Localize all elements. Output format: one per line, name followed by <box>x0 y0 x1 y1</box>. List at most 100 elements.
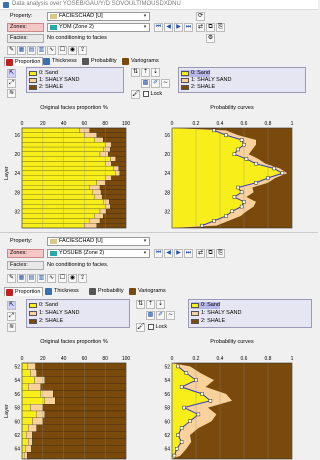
arrows-icon[interactable]: ⇅ <box>131 68 140 77</box>
tab-variograms[interactable]: Variograms <box>121 57 161 66</box>
refresh-icon[interactable]: ⟳ <box>196 12 205 21</box>
facies-list-left[interactable]: 0: Sand 1: SHALY SAND 2: SHALE <box>26 67 124 93</box>
copy-zone-icon[interactable]: ⧉ <box>206 249 215 258</box>
tab-proportion[interactable]: Proportion <box>4 57 44 66</box>
first-zone-icon[interactable]: ⏮ <box>154 249 163 258</box>
zones-value: YOM (Zone 2) <box>59 24 94 30</box>
apply-zone-icon[interactable]: ⇄ <box>196 23 205 32</box>
tab-proportion[interactable]: Proportion <box>4 287 44 296</box>
zones-button[interactable]: Zones: <box>7 249 44 258</box>
axis-icon[interactable]: ≋ <box>7 323 16 332</box>
x-tick-label: 0.2 <box>193 356 200 362</box>
list-item[interactable]: 1: SHALY SAND <box>29 310 79 317</box>
first-zone-icon[interactable]: ⏮ <box>154 23 163 32</box>
wave-icon[interactable]: ∼ <box>166 311 175 320</box>
list-item[interactable]: 0: Sand <box>191 302 220 309</box>
settings-icon[interactable]: ⚙ <box>206 34 215 43</box>
zones-select[interactable]: YOM (Zone 2) ▾ <box>47 23 150 32</box>
facies-list-right[interactable]: 0: Sand 1: SHALY SAND 2: SHALE <box>178 67 306 93</box>
paste-zone-icon[interactable]: ⎘ <box>216 23 225 32</box>
select-mode-icon[interactable]: ⇱ <box>7 69 16 78</box>
tab-thickness[interactable]: Thickness <box>42 57 79 66</box>
zoom-icon[interactable]: ⤢ <box>7 79 16 88</box>
lock-checkbox-box[interactable] <box>143 90 149 97</box>
lock-checkbox[interactable]: Lock <box>143 90 162 99</box>
lock-checkbox-box[interactable] <box>148 323 154 330</box>
edit-curve-icon[interactable]: ✐ <box>156 311 165 320</box>
list-item[interactable]: 0: Sand <box>29 302 58 309</box>
list-item[interactable]: 2: SHALE <box>181 84 215 91</box>
y-tick-label: 62 <box>164 433 170 439</box>
table-icon[interactable]: ▤ <box>27 46 36 55</box>
zones-select[interactable]: YOSUEB (Zone 2) ▾ <box>47 249 150 258</box>
chevron-down-icon: ▾ <box>143 238 147 244</box>
property-select[interactable]: FACIESCHAD [U] ▾ <box>47 237 150 246</box>
apply-zone-icon[interactable]: ⇄ <box>196 249 205 258</box>
x-tick-label: 20 <box>40 356 46 362</box>
grid-icon[interactable]: ▩ <box>141 79 150 88</box>
bar-segment <box>21 417 33 425</box>
list-item[interactable]: 2: SHALE <box>191 318 225 325</box>
curve-icon[interactable]: ∿ <box>47 274 56 283</box>
arrow-down-icon[interactable]: ⇣ <box>151 68 160 77</box>
y-tick-label: 28 <box>14 190 20 196</box>
y-axis-label: Layer <box>4 404 10 418</box>
list-item[interactable]: 1: SHALY SAND <box>29 77 79 84</box>
list-item[interactable]: 2: SHALE <box>29 84 63 91</box>
tab-thickness[interactable]: Thickness <box>44 287 81 296</box>
table-icon[interactable]: ▤ <box>27 274 36 283</box>
zones-button[interactable]: Zones: <box>7 23 44 32</box>
eye-icon[interactable]: ◉ <box>68 274 77 283</box>
chart-icon[interactable]: ▦ <box>17 274 26 283</box>
last-zone-icon[interactable]: ⏭ <box>184 249 193 258</box>
list-item[interactable]: 2: SHALE <box>29 318 63 325</box>
last-zone-icon[interactable]: ⏭ <box>184 23 193 32</box>
facies-button[interactable]: Facies: <box>7 34 44 43</box>
facies-button[interactable]: Facies: <box>7 261 44 270</box>
list-item[interactable]: 1: SHALY SAND <box>181 77 231 84</box>
edit-curve-icon[interactable]: ✐ <box>151 79 160 88</box>
property-select[interactable]: FACIESCHAD [U] ▾ <box>47 12 150 21</box>
histogram-icon[interactable]: ▥ <box>37 46 46 55</box>
tab-probability[interactable]: Probability <box>81 57 119 66</box>
arrow-up-icon[interactable]: ⇡ <box>146 300 155 309</box>
copy-zone-icon[interactable]: ⧉ <box>206 23 215 32</box>
arrow-down-icon[interactable]: ⇣ <box>156 300 165 309</box>
lock-checkbox[interactable]: Lock <box>148 323 167 332</box>
pen-icon[interactable]: ✎ <box>7 46 16 55</box>
chart-icon[interactable]: ▦ <box>17 46 26 55</box>
wave-icon[interactable]: ∼ <box>161 79 170 88</box>
select-mode-icon[interactable]: ⇱ <box>7 301 16 310</box>
prev-zone-icon[interactable]: ◀ <box>164 249 173 258</box>
eye-icon[interactable]: ◉ <box>68 46 77 55</box>
brush-icon[interactable]: 🖌 <box>131 90 140 99</box>
export-icon[interactable]: ⇪ <box>78 46 87 55</box>
histogram-icon[interactable]: ▥ <box>37 274 46 283</box>
axis-icon[interactable]: ≋ <box>7 89 16 98</box>
y-tick-label: 58 <box>14 406 20 412</box>
list-item[interactable]: 0: Sand <box>181 70 210 77</box>
facies-list-right[interactable]: 0: Sand 1: SHALY SAND 2: SHALE <box>188 299 312 328</box>
facies-list-left[interactable]: 0: Sand 1: SHALY SAND 2: SHALE <box>26 299 130 328</box>
paste-zone-icon[interactable]: ⎘ <box>216 249 225 258</box>
arrows-icon[interactable]: ⇅ <box>136 300 145 309</box>
prev-zone-icon[interactable]: ◀ <box>164 23 173 32</box>
checkbox-icon[interactable]: ☐ <box>58 274 67 283</box>
next-zone-icon[interactable]: ▶ <box>174 249 183 258</box>
curve-icon[interactable]: ∿ <box>47 46 56 55</box>
next-zone-icon[interactable]: ▶ <box>174 23 183 32</box>
tab-variograms[interactable]: Variograms <box>128 287 168 296</box>
checkbox-icon[interactable]: ☐ <box>58 46 67 55</box>
grid-icon[interactable]: ▩ <box>146 311 155 320</box>
zoom-icon[interactable]: ⤢ <box>7 312 16 321</box>
tab-probability[interactable]: Probability <box>88 287 126 296</box>
list-item[interactable]: 1: SHALY SAND <box>191 310 241 317</box>
arrow-up-icon[interactable]: ⇡ <box>141 68 150 77</box>
bar-segment <box>94 213 104 219</box>
x-tick-label: 0.6 <box>241 356 248 362</box>
list-item[interactable]: 0: Sand <box>29 70 58 77</box>
brush-icon[interactable]: 🖌 <box>136 323 145 332</box>
export-icon[interactable]: ⇪ <box>78 274 87 283</box>
pen-icon[interactable]: ✎ <box>7 274 16 283</box>
curve-point <box>200 392 204 396</box>
